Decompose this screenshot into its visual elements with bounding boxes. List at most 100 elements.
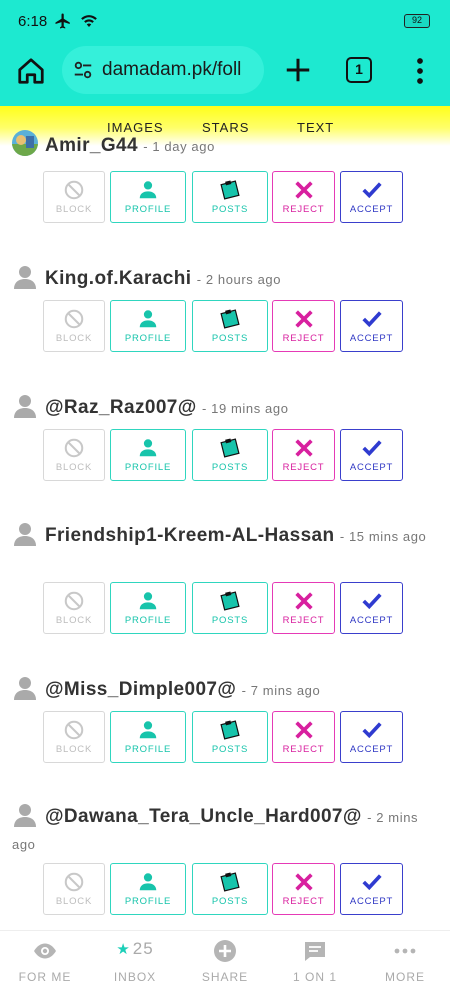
default-avatar[interactable]: [12, 801, 38, 827]
username-link[interactable]: Amir_G44: [45, 135, 138, 156]
default-avatar[interactable]: [12, 674, 38, 700]
block-icon: [64, 591, 84, 611]
check-icon: [361, 593, 382, 610]
profile-button[interactable]: PROFILE: [110, 171, 186, 223]
accept-label: ACCEPT: [349, 896, 394, 907]
posts-label: POSTS: [211, 462, 249, 473]
block-button[interactable]: BLOCK: [43, 863, 105, 915]
default-avatar[interactable]: [12, 263, 38, 289]
person-icon: [139, 873, 157, 891]
block-icon: [64, 438, 84, 458]
more-dots-icon: [394, 948, 416, 954]
close-icon: [294, 592, 313, 610]
add-circle-icon: [214, 940, 236, 962]
posts-button[interactable]: POSTS: [192, 582, 268, 634]
block-button[interactable]: BLOCK: [43, 300, 105, 352]
request-time: - 19 mins ago: [201, 401, 289, 416]
check-icon: [361, 874, 382, 891]
status-bar: 6:18 92: [0, 0, 450, 42]
block-button[interactable]: BLOCK: [43, 171, 105, 223]
profile-button[interactable]: PROFILE: [110, 711, 186, 763]
reject-button[interactable]: REJECT: [272, 300, 335, 352]
username-link[interactable]: Friendship1-Kreem-AL-Hassan: [45, 525, 335, 546]
username-link[interactable]: King.of.Karachi: [45, 268, 191, 289]
profile-button[interactable]: PROFILE: [110, 300, 186, 352]
posts-label: POSTS: [211, 204, 249, 215]
profile-label: PROFILE: [124, 615, 172, 626]
posts-button[interactable]: POSTS: [192, 429, 268, 481]
reject-button[interactable]: REJECT: [272, 171, 335, 223]
profile-button[interactable]: PROFILE: [110, 429, 186, 481]
close-icon: [294, 873, 313, 891]
nav-more[interactable]: MORE: [360, 931, 450, 1001]
accept-button[interactable]: ACCEPT: [340, 863, 403, 915]
person-icon: [139, 592, 157, 610]
reject-label: REJECT: [282, 615, 325, 626]
profile-button[interactable]: PROFILE: [110, 582, 186, 634]
block-icon: [64, 872, 84, 892]
posts-button[interactable]: POSTS: [192, 171, 268, 223]
person-icon: [139, 721, 157, 739]
sticky-note-icon: [220, 309, 240, 329]
person-icon: [139, 310, 157, 328]
request-time: - 2 hours ago: [196, 272, 282, 287]
close-icon: [294, 439, 313, 457]
profile-label: PROFILE: [124, 333, 172, 344]
block-button[interactable]: BLOCK: [43, 582, 105, 634]
request-time: - 15 mins ago: [339, 529, 427, 544]
accept-button[interactable]: ACCEPT: [340, 582, 403, 634]
nav-inbox[interactable]: ★ 25 INBOX: [90, 931, 180, 1001]
sticky-note-icon: [220, 591, 240, 611]
nav-for-me[interactable]: FOR ME: [0, 931, 90, 1001]
block-button[interactable]: BLOCK: [43, 711, 105, 763]
reject-button[interactable]: REJECT: [272, 429, 335, 481]
reject-button[interactable]: REJECT: [272, 582, 335, 634]
reject-label: REJECT: [282, 462, 325, 473]
block-button[interactable]: BLOCK: [43, 429, 105, 481]
new-tab-icon[interactable]: [283, 55, 313, 85]
reject-label: REJECT: [282, 744, 325, 755]
default-avatar[interactable]: [12, 520, 38, 546]
close-icon: [294, 181, 313, 199]
overflow-menu-icon[interactable]: [410, 56, 430, 86]
accept-button[interactable]: ACCEPT: [340, 300, 403, 352]
block-label: BLOCK: [55, 896, 93, 907]
profile-label: PROFILE: [124, 896, 172, 907]
nav-one-on-one[interactable]: 1 ON 1: [270, 931, 360, 1001]
reject-button[interactable]: REJECT: [272, 863, 335, 915]
star-icon: ★: [116, 941, 131, 958]
accept-button[interactable]: ACCEPT: [340, 711, 403, 763]
site-settings-icon[interactable]: [72, 59, 94, 81]
posts-label: POSTS: [211, 333, 249, 344]
nav-share[interactable]: SHARE: [180, 931, 270, 1001]
close-icon: [294, 310, 313, 328]
profile-button[interactable]: PROFILE: [110, 863, 186, 915]
accept-button[interactable]: ACCEPT: [340, 171, 403, 223]
address-bar[interactable]: damadam.pk/foll: [62, 46, 264, 94]
url-text: damadam.pk/foll: [102, 59, 242, 80]
block-label: BLOCK: [55, 744, 93, 755]
accept-label: ACCEPT: [349, 204, 394, 215]
default-avatar[interactable]: [12, 392, 38, 418]
reject-button[interactable]: REJECT: [272, 711, 335, 763]
accept-button[interactable]: ACCEPT: [340, 429, 403, 481]
posts-button[interactable]: POSTS: [192, 863, 268, 915]
chat-icon: [305, 942, 325, 961]
person-icon: [139, 181, 157, 199]
profile-label: PROFILE: [124, 462, 172, 473]
block-icon: [64, 180, 84, 200]
battery-icon: 92: [404, 14, 430, 28]
username-link[interactable]: @Raz_Raz007@: [45, 397, 197, 418]
status-icons: [54, 12, 98, 30]
accept-label: ACCEPT: [349, 615, 394, 626]
photo-avatar[interactable]: [12, 130, 38, 156]
close-icon: [294, 721, 313, 739]
posts-button[interactable]: POSTS: [192, 300, 268, 352]
block-label: BLOCK: [55, 204, 93, 215]
username-link[interactable]: @Dawana_Tera_Uncle_Hard007@: [45, 806, 362, 827]
tab-switcher-button[interactable]: 1: [346, 57, 372, 83]
posts-button[interactable]: POSTS: [192, 711, 268, 763]
username-link[interactable]: @Miss_Dimple007@: [45, 679, 236, 700]
reject-label: REJECT: [282, 896, 325, 907]
home-icon[interactable]: [16, 56, 46, 86]
